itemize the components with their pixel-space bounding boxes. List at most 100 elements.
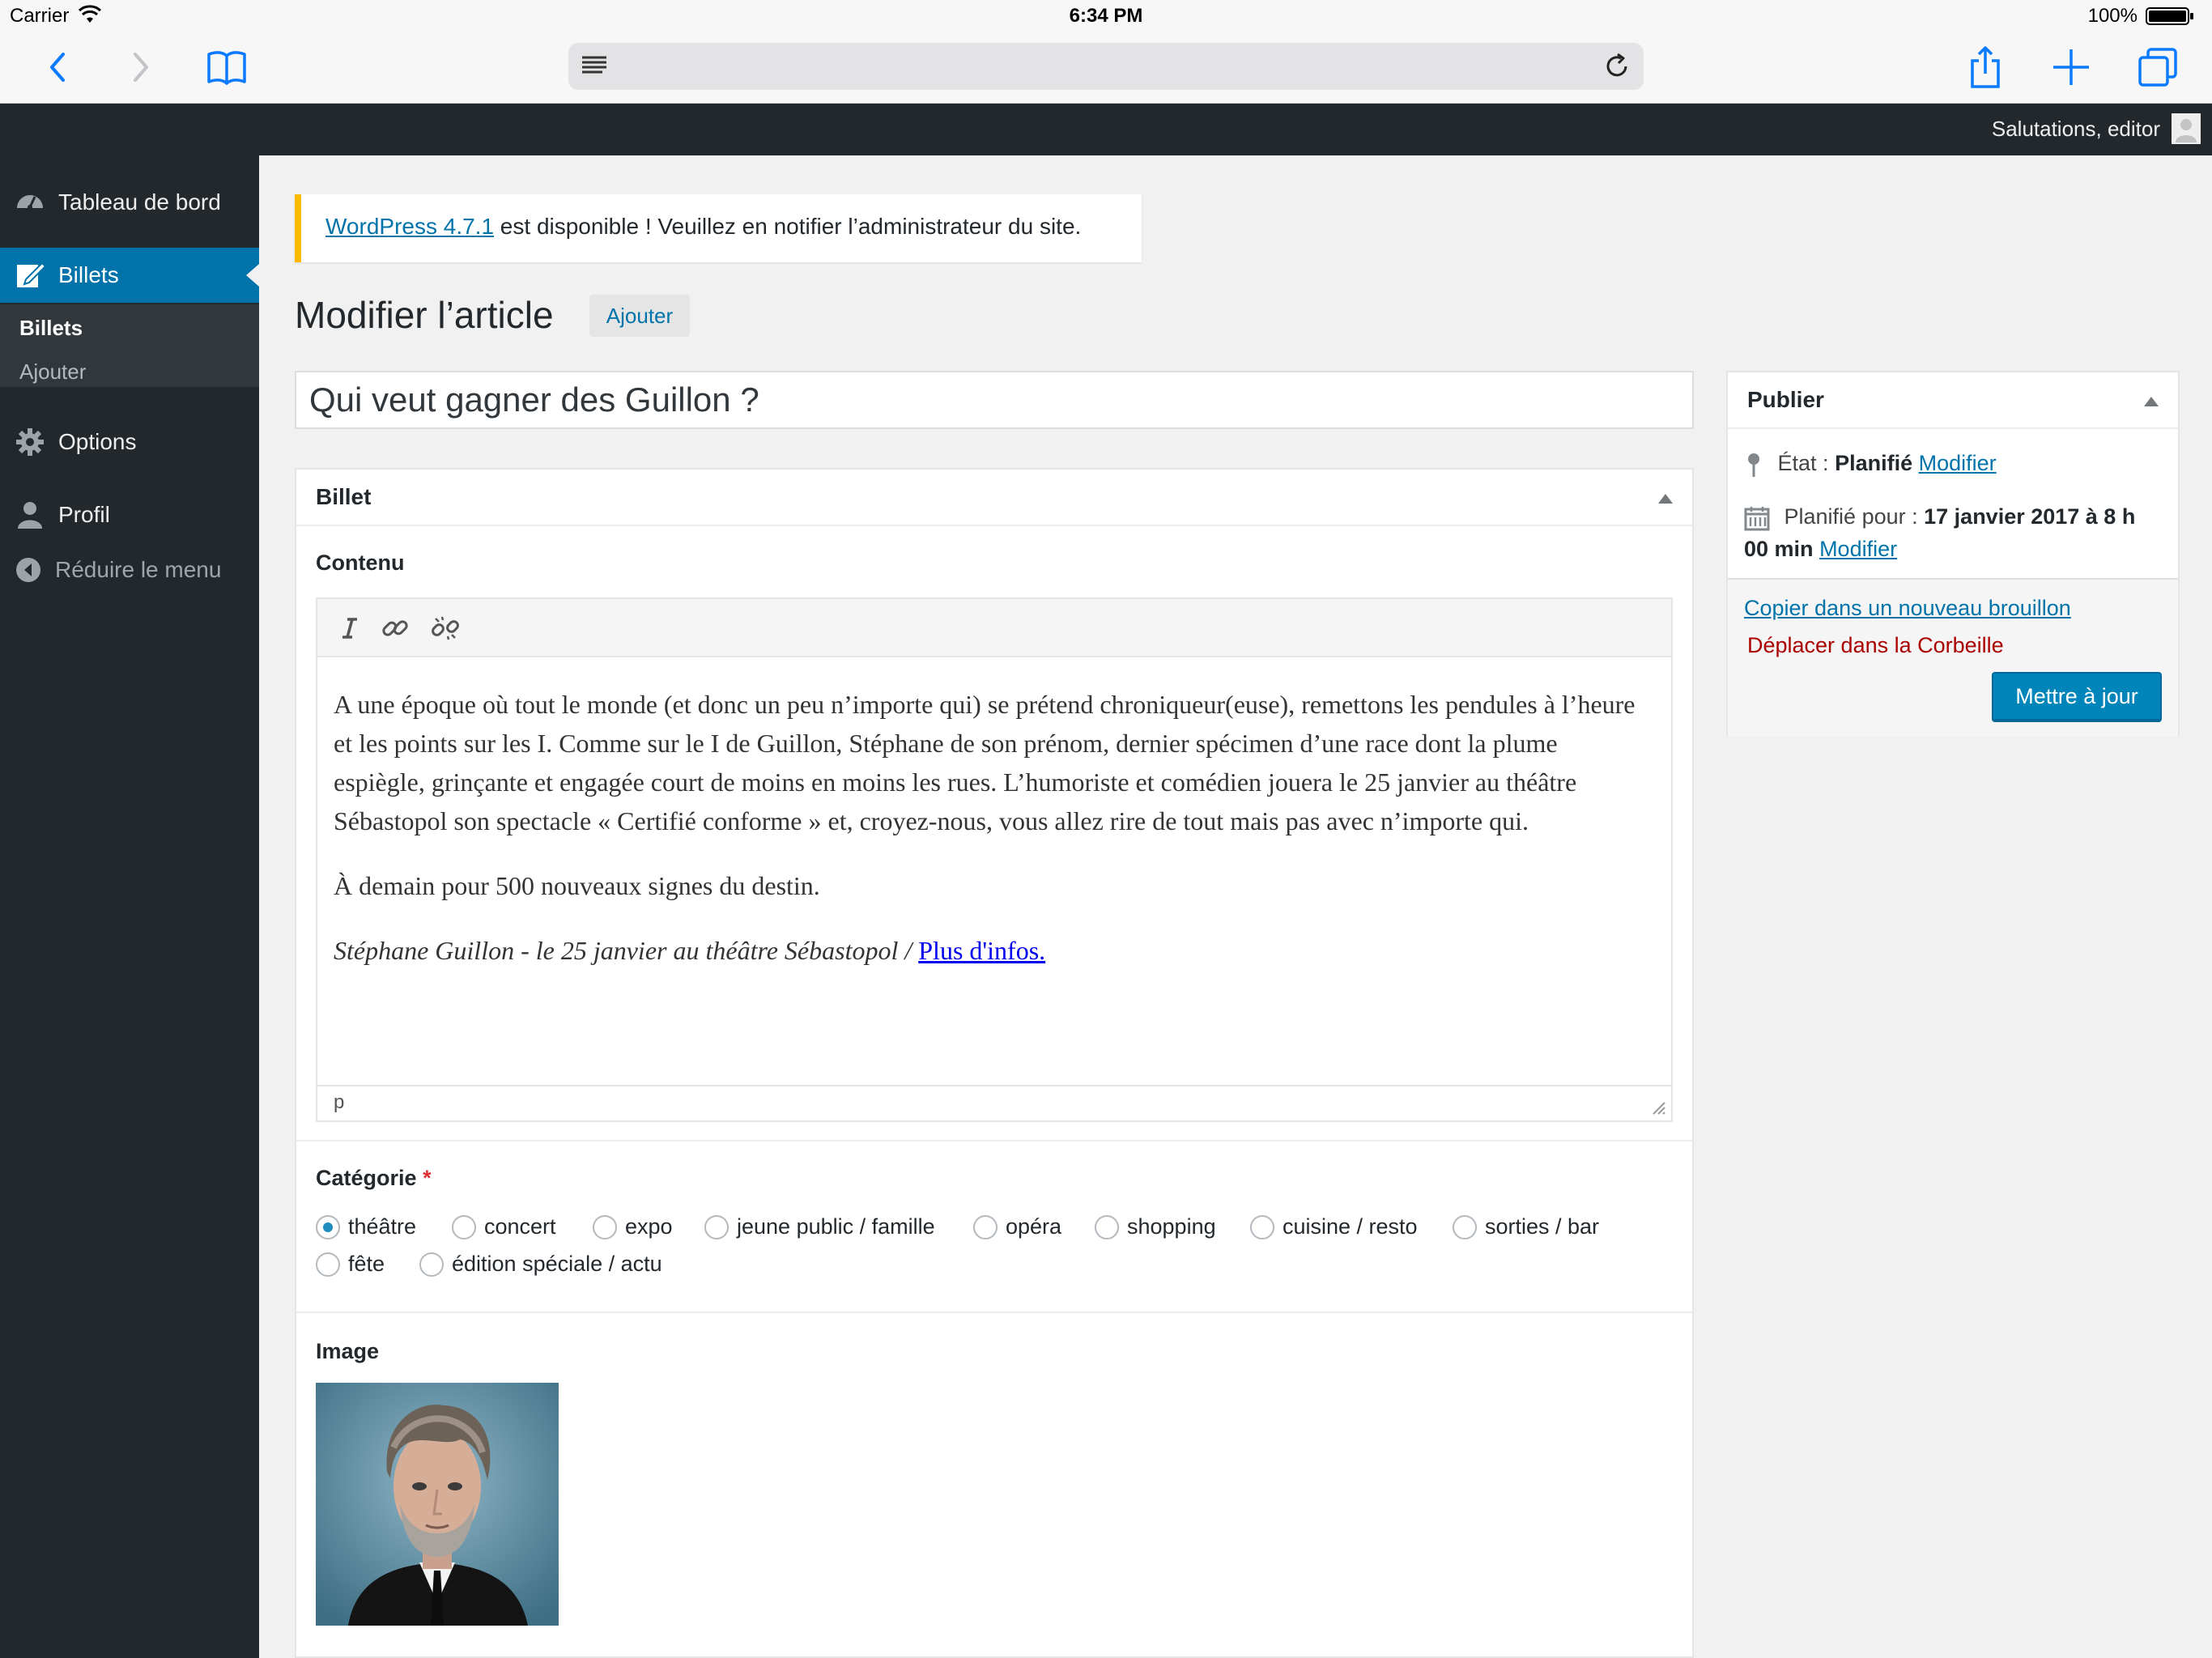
sidebar-item-posts[interactable]: Billets xyxy=(0,248,259,303)
clock: 6:34 PM xyxy=(1069,5,1143,27)
submenu-item-add-new[interactable]: Ajouter xyxy=(19,359,86,385)
submenu-item-all-posts[interactable]: Billets xyxy=(19,316,83,341)
radio-button[interactable] xyxy=(1095,1214,1119,1239)
avatar[interactable] xyxy=(2172,113,2201,144)
content-editor: A une époque où tout le monde (et donc u… xyxy=(316,597,1673,1122)
sidebar-item-options[interactable]: Options xyxy=(0,414,259,470)
back-button[interactable] xyxy=(28,39,85,96)
sidebar-item-label: Réduire le menu xyxy=(55,557,222,582)
edit-status-link[interactable]: Modifier xyxy=(1919,451,1997,475)
italic-button[interactable] xyxy=(332,610,368,646)
pin-icon xyxy=(1748,453,1759,477)
post-box-title: Billet xyxy=(316,484,372,509)
new-tab-button[interactable] xyxy=(2043,39,2099,96)
category-option-fete[interactable]: fête xyxy=(316,1252,385,1277)
radio-button[interactable] xyxy=(1250,1214,1274,1239)
tabs-button[interactable] xyxy=(2129,39,2186,96)
radio-button[interactable] xyxy=(1453,1214,1477,1239)
category-option-sorties[interactable]: sorties / bar xyxy=(1453,1214,1599,1239)
sidebar-item-label: Billets xyxy=(58,262,119,287)
bookmarks-button[interactable] xyxy=(198,39,255,96)
sidebar-item-dashboard[interactable]: Tableau de bord xyxy=(0,175,259,230)
admin-sidebar: Tableau de bord Billets Billets Ajouter … xyxy=(0,155,259,1658)
share-button[interactable] xyxy=(1957,39,2014,96)
radio-button[interactable] xyxy=(316,1252,340,1277)
category-label: Catégorie * xyxy=(316,1166,432,1190)
remove-link-button[interactable] xyxy=(428,610,463,646)
radio-button[interactable] xyxy=(704,1214,729,1239)
post-title-field[interactable] xyxy=(295,371,1694,429)
user-icon xyxy=(18,502,42,529)
posts-submenu: Billets Ajouter xyxy=(0,304,259,387)
radio-button[interactable] xyxy=(419,1252,444,1277)
update-notice: WordPress 4.7.1 est disponible ! Veuille… xyxy=(295,194,1142,262)
featured-image[interactable] xyxy=(316,1383,559,1626)
gear-icon xyxy=(16,428,44,456)
address-bar[interactable] xyxy=(568,43,1644,90)
content-paragraph: À demain pour 500 nouveaux signes du des… xyxy=(334,871,820,900)
category-option-theatre[interactable]: théâtre xyxy=(316,1214,416,1239)
element-path: p xyxy=(334,1091,345,1113)
divider xyxy=(296,1312,1692,1313)
resize-handle-icon[interactable] xyxy=(1650,1099,1666,1116)
publish-box-title: Publier xyxy=(1747,387,1824,412)
insert-link-button[interactable] xyxy=(377,610,413,646)
book-icon xyxy=(207,51,246,85)
move-to-trash-link[interactable]: Déplacer dans la Corbeille xyxy=(1747,633,2004,658)
editor-path-bar: p xyxy=(317,1085,1671,1120)
collapse-menu-button[interactable]: Réduire le menu xyxy=(0,542,259,597)
post-status-row: État : Planifié Modifier xyxy=(1744,447,1997,479)
publish-box-header[interactable]: Publier xyxy=(1728,372,2178,429)
image-label: Image xyxy=(316,1339,380,1363)
italic-icon xyxy=(342,618,357,639)
reader-view-icon[interactable] xyxy=(580,53,609,80)
update-button[interactable]: Mettre à jour xyxy=(1992,672,2162,721)
battery-percentage: 100% xyxy=(2087,5,2138,27)
publish-box: Publier État : Planifié Modifier Planifi… xyxy=(1726,371,2180,737)
category-option-shopping[interactable]: shopping xyxy=(1095,1214,1216,1239)
radio-button[interactable] xyxy=(316,1214,340,1239)
sidebar-item-label: Options xyxy=(58,429,137,454)
page-title: Modifier l’article xyxy=(295,294,554,336)
content-paragraph: A une époque où tout le monde (et donc u… xyxy=(334,690,1636,835)
browser-toolbar xyxy=(0,32,2212,104)
ios-status-bar: Carrier 6:34 PM 100% xyxy=(0,0,2212,32)
schedule-time-value: 00 min xyxy=(1744,537,1814,561)
category-option-cuisine[interactable]: cuisine / resto xyxy=(1250,1214,1418,1239)
post-box-header[interactable]: Billet xyxy=(296,470,1692,526)
collapse-arrow-icon[interactable] xyxy=(1658,494,1673,504)
plus-icon xyxy=(2053,49,2089,85)
dashboard-icon xyxy=(17,195,43,210)
edit-schedule-link[interactable]: Modifier xyxy=(1819,537,1897,561)
post-box: Billet Contenu A une époque où tout le m… xyxy=(295,468,1694,1658)
editor-toolbar xyxy=(317,599,1671,657)
copy-to-draft-link[interactable]: Copier dans un nouveau brouillon xyxy=(1744,596,2071,621)
divider xyxy=(296,1140,1692,1141)
share-icon xyxy=(1971,46,2000,88)
category-option-concert[interactable]: concert xyxy=(452,1214,556,1239)
forward-button[interactable] xyxy=(113,39,170,96)
radio-button[interactable] xyxy=(593,1214,617,1239)
more-info-link[interactable]: Plus d'infos. xyxy=(918,936,1045,965)
radio-button[interactable] xyxy=(973,1214,998,1239)
category-option-expo[interactable]: expo xyxy=(593,1214,673,1239)
schedule-row: Planifié pour : 17 janvier 2017 à 8 h 00… xyxy=(1744,504,2136,561)
sidebar-item-profile[interactable]: Profil xyxy=(0,487,259,542)
radio-button[interactable] xyxy=(452,1214,476,1239)
editor-content-area[interactable]: A une époque où tout le monde (et donc u… xyxy=(334,685,1653,996)
calendar-icon xyxy=(1744,506,1770,531)
user-greeting[interactable]: Salutations, editor xyxy=(1992,117,2160,142)
battery-icon xyxy=(2146,7,2193,25)
collapse-arrow-icon[interactable] xyxy=(2144,397,2159,406)
add-new-button[interactable]: Ajouter xyxy=(589,295,690,337)
category-option-opera[interactable]: opéra xyxy=(973,1214,1061,1239)
category-option-jeune-public[interactable]: jeune public / famille xyxy=(704,1214,935,1239)
sidebar-item-label: Profil xyxy=(58,502,110,527)
chevron-right-icon xyxy=(134,53,148,82)
wordpress-update-link[interactable]: WordPress 4.7.1 xyxy=(325,214,494,239)
reload-icon[interactable] xyxy=(1602,51,1632,82)
credits-text: Stéphane Guillon - le 25 janvier au théâ… xyxy=(334,936,919,965)
category-option-edition-speciale[interactable]: édition spéciale / actu xyxy=(419,1252,662,1277)
unlink-icon xyxy=(432,616,459,640)
tabs-icon xyxy=(2138,48,2177,87)
